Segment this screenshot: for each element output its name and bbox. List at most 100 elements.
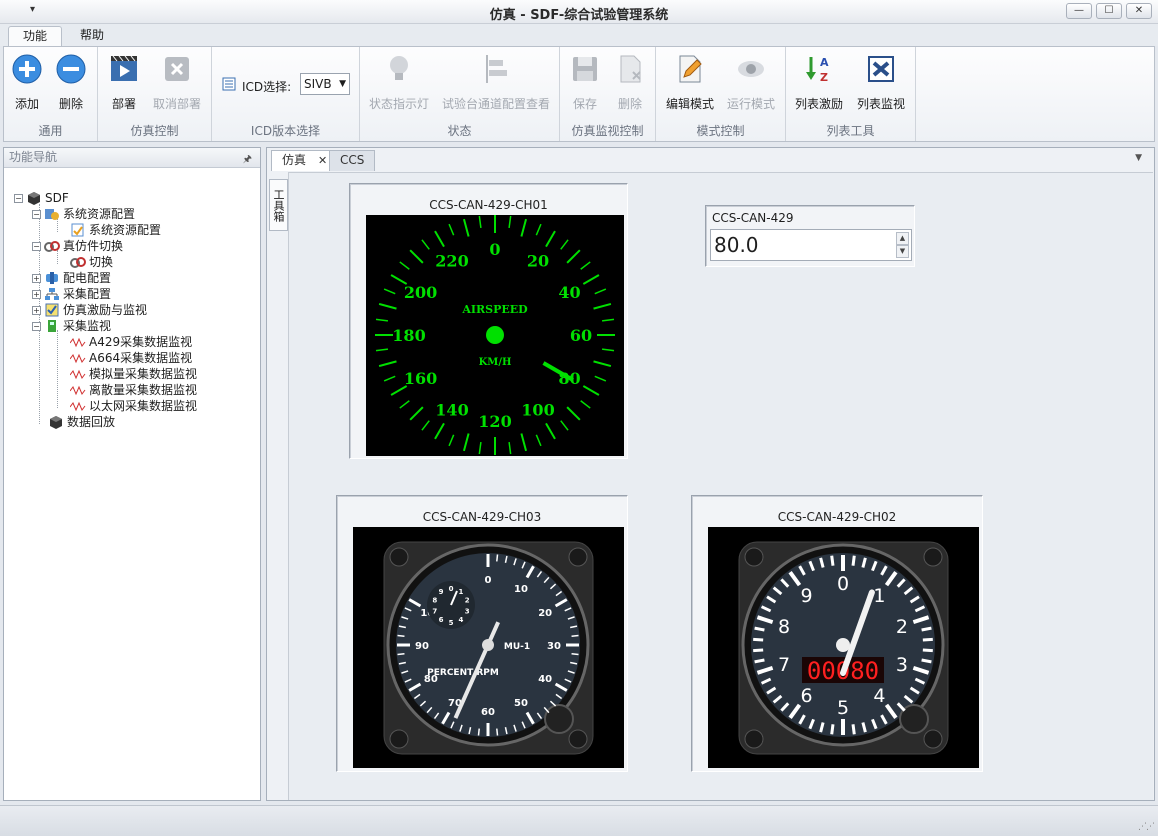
tree-item-acquire[interactable]: + 采集配置 xyxy=(32,286,111,302)
sub-tick-label: 4 xyxy=(459,616,464,624)
rpm-gauge-widget[interactable]: CCS-CAN-429-CH03 01020304050607080901000… xyxy=(336,495,628,772)
nav-title: 功能导航 xyxy=(9,150,58,164)
tab-list-dropdown-icon[interactable]: ▼ xyxy=(1135,153,1142,163)
numeric-value-field[interactable]: 80.0 ▲ ▼ xyxy=(710,229,912,261)
spin-down-icon[interactable]: ▼ xyxy=(896,245,909,258)
minor-tick xyxy=(448,434,455,447)
film-play-icon xyxy=(111,55,137,81)
major-tick xyxy=(409,249,424,264)
ribbon-tab-help[interactable]: 帮助 xyxy=(66,26,118,47)
minor-tick xyxy=(496,728,499,736)
switch-icon xyxy=(70,257,86,268)
tree-item-switch-child[interactable]: 切换 xyxy=(70,254,113,270)
major-tick xyxy=(582,274,600,285)
toolbox-side-tab[interactable]: 工具箱 xyxy=(269,179,288,231)
network-icon xyxy=(45,288,59,300)
tick-label: 3 xyxy=(896,654,908,676)
sub-tick-label: 1 xyxy=(459,588,464,596)
tree-item-power[interactable]: + 配电配置 xyxy=(32,270,111,286)
clock-gauge-widget[interactable]: CCS-CAN-429-CH02 012345678900080 xyxy=(691,495,983,772)
minor-tick xyxy=(478,441,482,455)
add-icon xyxy=(12,54,42,84)
minor-tick xyxy=(594,288,607,295)
collapse-icon[interactable]: − xyxy=(32,322,41,331)
widget-title: CCS-CAN-429-CH01 xyxy=(429,198,548,212)
add-button[interactable]: 添加 xyxy=(10,51,44,111)
list-monitor-icon xyxy=(868,56,894,82)
title-bar: ▾ 仿真 - SDF-综合试验管理系统 — ☐ ✕ xyxy=(0,0,1158,24)
tick-label: 6 xyxy=(801,685,813,707)
list-stimulus-button[interactable]: AZ 列表激励 xyxy=(792,51,846,111)
list-monitor-button[interactable]: 列表监视 xyxy=(854,51,908,111)
minor-tick xyxy=(397,634,405,637)
airspeed-gauge-widget[interactable]: CCS-CAN-429-CH01 02040608010012014016018… xyxy=(349,183,628,459)
deploy-button[interactable]: 部署 xyxy=(106,51,142,111)
maximize-button[interactable]: ☐ xyxy=(1096,3,1122,19)
expand-icon[interactable]: + xyxy=(32,290,41,299)
collapse-icon[interactable]: − xyxy=(14,194,23,203)
minor-tick xyxy=(399,261,410,270)
major-tick xyxy=(409,406,424,421)
numeric-display-widget[interactable]: CCS-CAN-429 80.0 ▲ ▼ xyxy=(705,205,915,267)
tree-item-monitor-a664[interactable]: A664采集数据监视 xyxy=(70,350,192,366)
minor-tick xyxy=(383,375,396,382)
close-button[interactable]: ✕ xyxy=(1126,3,1152,19)
sub-tick-label: 6 xyxy=(439,616,444,624)
tree-item-monitor-a429[interactable]: A429采集数据监视 xyxy=(70,334,192,350)
tree-item-stimulus[interactable]: + 仿真激励与监视 xyxy=(32,302,147,318)
minor-tick xyxy=(383,288,396,295)
resize-grip-icon[interactable]: ⋰⋰ xyxy=(1138,822,1155,832)
channel-config-view-button[interactable]: 试验台通道配置查看 xyxy=(440,51,552,111)
ribbon-tab-function[interactable]: 功能 xyxy=(8,26,63,47)
tree-item-monitor[interactable]: − 采集监视 xyxy=(32,318,111,334)
tab-ccs[interactable]: CCS xyxy=(329,150,376,171)
save-button[interactable]: 保存 xyxy=(568,51,602,111)
sub-tick-label: 2 xyxy=(465,597,470,605)
delete-button[interactable]: 删除 xyxy=(54,51,88,111)
minor-tick xyxy=(571,634,579,637)
mount-screw xyxy=(389,729,409,749)
widget-title: CCS-CAN-429-CH02 xyxy=(777,510,897,524)
light-bulb-icon xyxy=(390,56,408,80)
tree-item-system-config-child[interactable]: 系统资源配置 xyxy=(70,222,161,238)
major-tick xyxy=(593,360,612,368)
tick-label: 140 xyxy=(435,400,468,419)
ribbon-tab-strip: 功能 帮助 xyxy=(0,24,1158,47)
major-tick xyxy=(566,406,581,421)
minor-tick xyxy=(399,400,410,409)
tree-item-monitor-ethernet[interactable]: 以太网采集数据监视 xyxy=(70,398,197,414)
tick-label: 0 xyxy=(837,573,849,595)
delete-item-button[interactable]: 删除 xyxy=(612,51,648,111)
minor-tick xyxy=(830,555,835,566)
minor-tick xyxy=(375,318,389,322)
run-mode-button[interactable]: 运行模式 xyxy=(724,51,778,111)
collapse-icon[interactable]: − xyxy=(32,210,41,219)
numeric-value: 80.0 xyxy=(714,233,759,257)
close-tab-icon[interactable]: ✕ xyxy=(318,154,327,167)
minimize-button[interactable]: — xyxy=(1066,3,1092,19)
status-light-button[interactable]: 状态指示灯 xyxy=(368,51,430,111)
tree-item-switch[interactable]: − 真仿件切换 xyxy=(32,238,123,254)
expand-icon[interactable]: + xyxy=(32,274,41,283)
tick-label: 100 xyxy=(521,400,554,419)
undeploy-button[interactable]: 取消部署 xyxy=(150,51,204,111)
collapse-icon[interactable]: − xyxy=(32,242,41,251)
chevron-down-icon: ▼ xyxy=(339,79,346,89)
spin-up-icon[interactable]: ▲ xyxy=(896,232,909,245)
tree-item-monitor-analog[interactable]: 模拟量采集数据监视 xyxy=(70,366,197,382)
edit-mode-button[interactable]: 编辑模式 xyxy=(664,51,716,111)
expand-icon[interactable]: + xyxy=(32,306,41,315)
minor-tick xyxy=(851,724,856,735)
tree-item-replay[interactable]: 数据回放 xyxy=(48,414,115,430)
minor-tick xyxy=(921,658,932,664)
tree-item-monitor-discrete[interactable]: 离散量采集数据监视 xyxy=(70,382,197,398)
major-tick xyxy=(434,422,445,440)
minor-tick xyxy=(754,626,765,632)
minor-tick xyxy=(921,626,932,632)
pin-icon[interactable]: 🖈 xyxy=(243,150,252,169)
tree-item-sdf[interactable]: − SDF xyxy=(14,190,69,206)
icd-select[interactable]: SIVB ▼ xyxy=(300,73,350,95)
minor-tick xyxy=(922,637,933,642)
sub-tick-label: 9 xyxy=(439,588,444,596)
tree-item-system-config[interactable]: − 系统资源配置 xyxy=(32,206,135,222)
